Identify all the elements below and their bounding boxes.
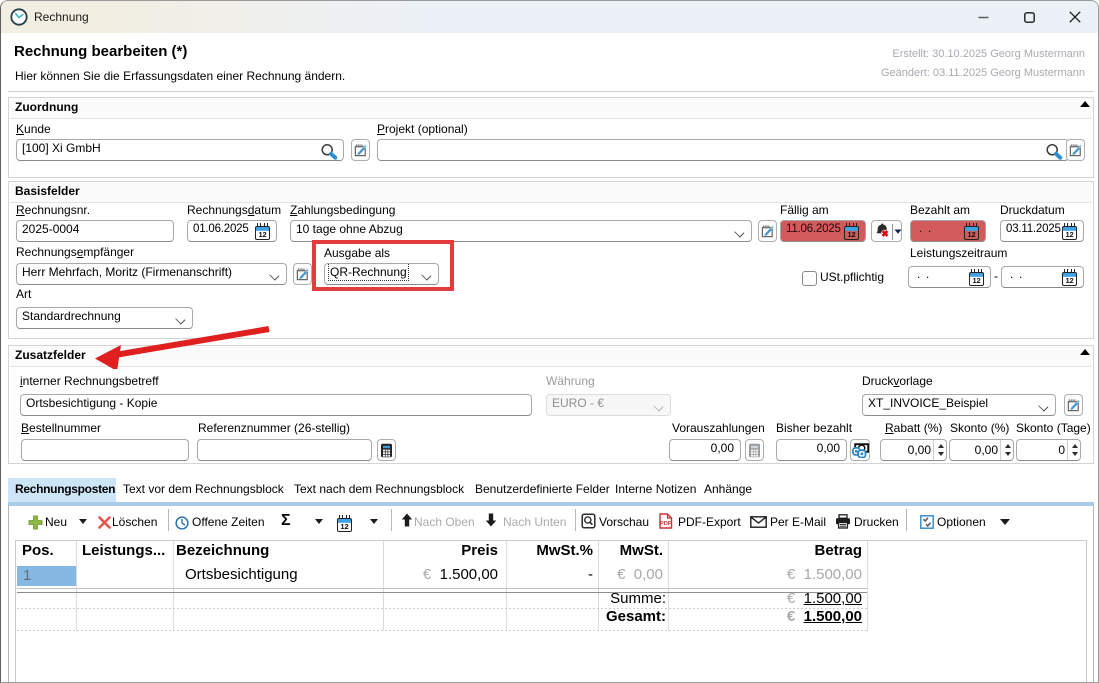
svg-text:PDF: PDF (660, 521, 672, 527)
